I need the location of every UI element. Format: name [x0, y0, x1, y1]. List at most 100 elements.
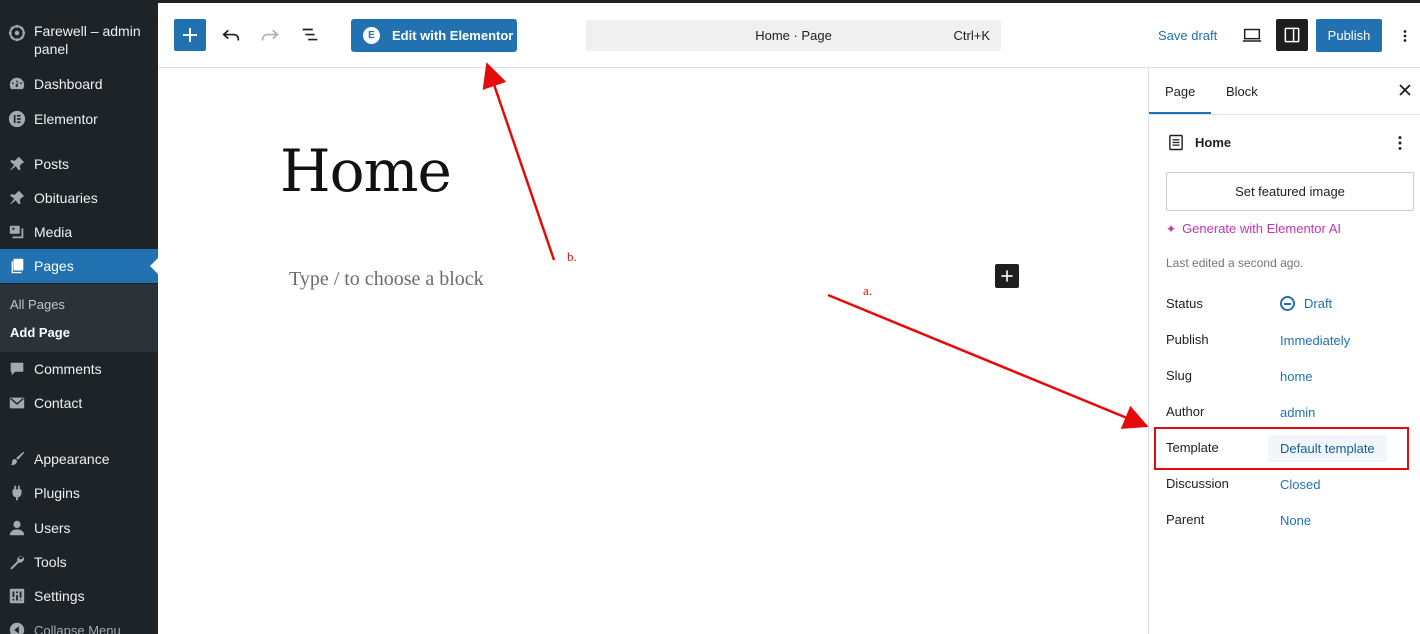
- sidebar-item-pages[interactable]: Pages: [0, 249, 158, 283]
- status-value-text: Draft: [1304, 296, 1333, 311]
- collapse-icon: [7, 620, 27, 634]
- edit-with-elementor-label: Edit with Elementor: [392, 28, 514, 43]
- settings-sidebar: Page Block Home Set featured image ✦ Gen…: [1148, 68, 1420, 634]
- command-title: Home · Page: [755, 28, 832, 43]
- sidebar-item-label: Dashboard: [34, 76, 103, 92]
- site-name: Farewell – admin panel: [34, 23, 141, 57]
- submenu-add-page[interactable]: Add Page: [10, 325, 70, 340]
- preview-button[interactable]: [1240, 23, 1264, 47]
- list-view-icon: [302, 28, 318, 41]
- sidebar-item-elementor[interactable]: Elementor: [0, 102, 158, 136]
- sidebar-item-label: Posts: [34, 156, 70, 172]
- elementor-icon: [7, 109, 27, 129]
- brush-icon: [7, 449, 27, 469]
- sidebar-item-label: Appearance: [34, 451, 110, 467]
- status-value[interactable]: Draft: [1280, 296, 1332, 311]
- sidebar-item-dashboard[interactable]: Dashboard: [0, 67, 158, 101]
- sparkle-icon: ✦: [1166, 221, 1177, 236]
- comment-icon: [7, 359, 27, 379]
- more-vertical-icon: [1403, 30, 1407, 42]
- sidebar-item-media[interactable]: Media: [0, 215, 158, 249]
- sidebar-item-label: Users: [34, 520, 71, 536]
- tab-page[interactable]: Page: [1148, 84, 1212, 114]
- pin-icon: [7, 188, 27, 208]
- sidebar-item-settings[interactable]: Settings: [0, 579, 158, 613]
- pin-icon: [7, 154, 27, 174]
- author-value[interactable]: admin: [1280, 405, 1315, 420]
- mail-icon: [7, 393, 27, 413]
- publish-value[interactable]: Immediately: [1280, 333, 1350, 348]
- redo-button[interactable]: [257, 22, 283, 48]
- sidebar-item-label: Contact: [34, 395, 83, 411]
- more-vertical-icon[interactable]: [1392, 134, 1408, 152]
- author-label: Author: [1166, 404, 1205, 419]
- command-palette-bar[interactable]: Home · Page Ctrl+K: [586, 20, 1001, 51]
- plus-icon: [1001, 270, 1013, 282]
- redo-icon: [261, 29, 279, 41]
- document-title: Home: [1195, 135, 1232, 150]
- sidebar-item-obituaries[interactable]: Obituaries: [0, 181, 158, 215]
- discussion-value[interactable]: Closed: [1280, 477, 1320, 492]
- wrench-icon: [7, 552, 27, 572]
- document-overview-button[interactable]: [297, 22, 323, 48]
- block-placeholder[interactable]: Type / to choose a block: [289, 268, 484, 291]
- sidebar-item-tools[interactable]: Tools: [0, 545, 158, 579]
- command-shortcut: Ctrl+K: [953, 28, 990, 43]
- annotation-label-b: b.: [567, 249, 577, 264]
- sidebar-item-appearance[interactable]: Appearance: [0, 442, 158, 476]
- sidebar-item-site[interactable]: Farewell – admin panel: [0, 22, 158, 66]
- elementor-icon: E: [363, 27, 380, 44]
- draft-status-icon: [1280, 296, 1295, 311]
- sidebar-item-label: Elementor: [34, 111, 98, 127]
- user-icon: [7, 518, 27, 538]
- sidebar-item-posts[interactable]: Posts: [0, 147, 158, 181]
- sidebar-item-label: Plugins: [34, 485, 80, 501]
- post-title[interactable]: Home: [280, 137, 452, 205]
- publish-button[interactable]: Publish: [1316, 19, 1382, 52]
- set-featured-image-button[interactable]: Set featured image: [1166, 172, 1414, 211]
- pages-submenu: All Pages Add Page: [0, 284, 158, 352]
- sidebar-item-plugins[interactable]: Plugins: [0, 476, 158, 510]
- last-edited-text: Last edited a second ago.: [1166, 256, 1304, 270]
- generate-ai-link[interactable]: ✦ Generate with Elementor AI: [1166, 221, 1341, 236]
- sidebar-item-contact[interactable]: Contact: [0, 386, 158, 420]
- slug-value[interactable]: home: [1280, 369, 1313, 384]
- options-menu-button[interactable]: [1395, 24, 1415, 48]
- sidebar-item-label: Settings: [34, 588, 85, 604]
- sidebar-tabs: Page Block: [1148, 68, 1420, 115]
- undo-button[interactable]: [218, 22, 244, 48]
- block-inserter-button[interactable]: [174, 19, 206, 51]
- sidebar-item-label: Media: [34, 224, 73, 240]
- collapse-menu-button[interactable]: Collapse Menu: [0, 613, 158, 634]
- admin-sidebar: Farewell – admin panel Dashboard Element…: [0, 0, 158, 634]
- pages-icon: [7, 256, 27, 276]
- parent-value[interactable]: None: [1280, 513, 1311, 528]
- slug-label: Slug: [1166, 368, 1193, 383]
- plugin-icon: [7, 483, 27, 503]
- plus-icon: [183, 28, 197, 42]
- generate-ai-label: Generate with Elementor AI: [1182, 221, 1342, 236]
- sidebar-item-users[interactable]: Users: [0, 511, 158, 545]
- status-label: Status: [1166, 296, 1203, 311]
- wordpress-icon: [7, 23, 27, 43]
- inline-block-inserter[interactable]: [995, 264, 1019, 288]
- editor-toolbar: E Edit with Elementor Home · Page Ctrl+K…: [158, 0, 1420, 68]
- collapse-label: Collapse Menu: [34, 622, 121, 634]
- dashboard-icon: [7, 74, 27, 94]
- annotation-label-a: a.: [863, 283, 873, 298]
- page-icon: [1169, 134, 1183, 151]
- sidebar-item-label: Comments: [34, 361, 102, 377]
- sidebar-item-label: Pages: [34, 258, 74, 274]
- sidebar-item-comments[interactable]: Comments: [0, 352, 158, 386]
- tab-block[interactable]: Block: [1226, 84, 1258, 99]
- save-draft-button[interactable]: Save draft: [1158, 28, 1217, 43]
- settings-toggle-button[interactable]: [1276, 19, 1308, 51]
- parent-label: Parent: [1166, 512, 1205, 527]
- sidebar-item-label: Tools: [34, 554, 67, 570]
- edit-with-elementor-button[interactable]: E Edit with Elementor: [351, 19, 517, 52]
- submenu-all-pages[interactable]: All Pages: [10, 297, 65, 312]
- desktop-icon: [1242, 28, 1262, 42]
- close-icon[interactable]: [1397, 82, 1413, 98]
- document-summary: Home: [1169, 134, 1231, 151]
- editor-screen: Farewell – admin panel Dashboard Element…: [0, 0, 1420, 634]
